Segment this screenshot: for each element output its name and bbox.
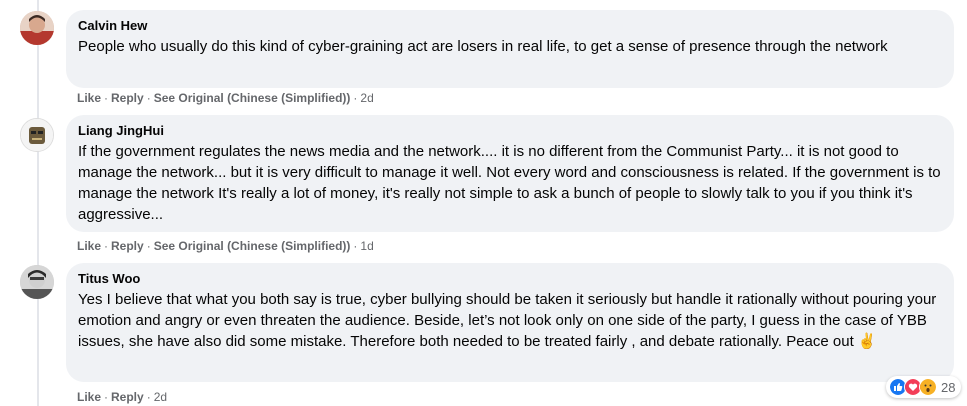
timestamp[interactable]: 1d (360, 239, 373, 253)
comment-actions: Like · Reply · See Original (Chinese (Simpli… (77, 90, 374, 106)
like-button[interactable]: Like (77, 390, 101, 404)
separator: · (146, 239, 151, 253)
see-original-link[interactable]: See Original (Chinese (Simplified)) (154, 239, 351, 253)
wow-icon (919, 378, 937, 396)
author-name[interactable]: Titus Woo (78, 271, 942, 287)
author-name[interactable]: Calvin Hew (78, 18, 942, 34)
reaction-count: 28 (941, 379, 956, 395)
author-name[interactable]: Liang JingHui (78, 123, 942, 139)
like-button[interactable]: Like (77, 239, 101, 253)
avatar-photo (20, 265, 54, 299)
avatar[interactable] (20, 118, 54, 152)
reaction-summary[interactable]: 28 (886, 376, 962, 398)
separator: · (353, 91, 358, 105)
timestamp[interactable]: 2d (154, 390, 167, 404)
comment-bubble: Calvin Hew People who usually do this ki… (66, 10, 954, 88)
like-button[interactable]: Like (77, 91, 101, 105)
comment-actions: Like · Reply · See Original (Chinese (Simpli… (77, 238, 374, 254)
avatar[interactable] (20, 11, 54, 45)
separator: · (353, 239, 358, 253)
separator: · (104, 91, 109, 105)
avatar-photo (21, 119, 53, 151)
comment-actions: Like · Reply · 2d (77, 389, 167, 405)
comment-text: If the government regulates the news med… (78, 143, 941, 223)
comment-bubble: Titus Woo Yes I believe that what you bo… (66, 263, 954, 382)
timestamp[interactable]: 2d (360, 91, 373, 105)
avatar-photo (20, 11, 54, 45)
separator: · (104, 239, 109, 253)
avatar[interactable] (20, 265, 54, 299)
reply-button[interactable]: Reply (111, 91, 144, 105)
thread-line (37, 0, 39, 406)
comment-text: Yes I believe that what you both say is … (78, 291, 937, 350)
see-original-link[interactable]: See Original (Chinese (Simplified)) (154, 91, 351, 105)
separator: · (104, 390, 109, 404)
comment-text: People who usually do this kind of cyber… (78, 38, 888, 55)
comment-bubble: Liang JingHui If the government regulate… (66, 115, 954, 232)
reply-button[interactable]: Reply (111, 239, 144, 253)
reply-button[interactable]: Reply (111, 390, 144, 404)
separator: · (146, 91, 151, 105)
separator: · (146, 390, 151, 404)
